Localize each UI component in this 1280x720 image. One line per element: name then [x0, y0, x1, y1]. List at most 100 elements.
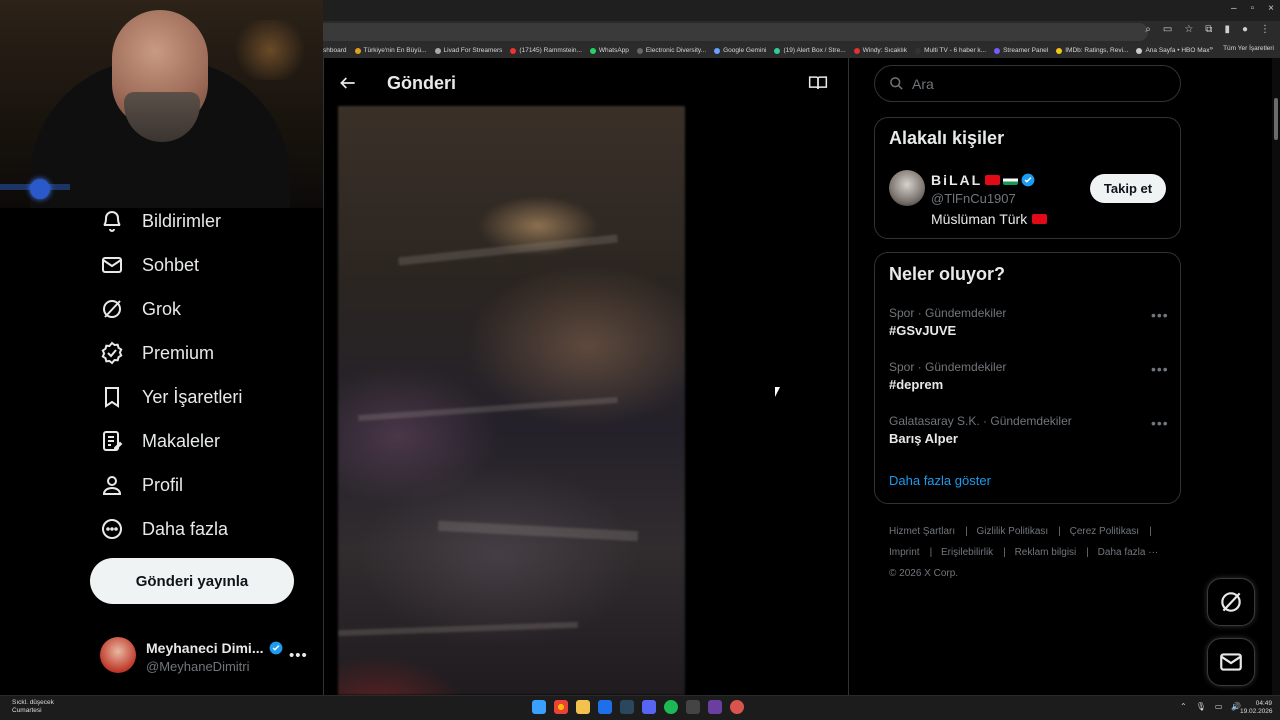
steam-icon[interactable] [620, 700, 634, 714]
network-icon[interactable]: ▭ [1215, 702, 1223, 711]
trend-more-button[interactable]: ••• [1151, 307, 1169, 323]
app-icon[interactable] [598, 700, 612, 714]
bookmarks-overflow-button[interactable]: » [1209, 45, 1213, 52]
browser-tab-strip: – ▫ × [323, 0, 1280, 21]
spotify-icon[interactable] [664, 700, 678, 714]
profile-icon[interactable]: ● [1242, 24, 1248, 35]
avatar[interactable] [889, 170, 925, 206]
scrollbar-thumb[interactable] [1274, 98, 1278, 140]
footer-link[interactable]: Imprint [889, 547, 920, 558]
sidebar-item-bookmarks[interactable]: Yer İşaretleri [100, 385, 242, 409]
related-person-handle[interactable]: @TlFnCu1907 [931, 191, 1016, 206]
file-explorer-icon[interactable] [576, 700, 590, 714]
menu-icon[interactable]: ⋮ [1260, 24, 1270, 35]
trend-item[interactable]: #GSvJUVE [889, 323, 956, 338]
footer-link[interactable]: Erişilebilirlik [941, 547, 993, 558]
related-person-bio: Müslüman Türk [931, 211, 1048, 227]
maximize-button[interactable]: ▫ [1251, 3, 1255, 14]
sidebar-item-premium[interactable]: Premium [100, 341, 214, 365]
mouse-cursor [775, 387, 780, 397]
follow-button[interactable]: Takip et [1090, 174, 1166, 203]
star-icon[interactable]: ☆ [1184, 24, 1193, 35]
weather-widget[interactable]: Sıckl. düşecek Cumartesi [12, 699, 54, 715]
mail-icon [102, 257, 122, 273]
bookmarks-right: » Tüm Yer İşaretleri [1209, 45, 1274, 52]
weather-day: Cumartesi [12, 707, 42, 714]
sidebar-item-more[interactable]: Daha fazla [100, 517, 228, 541]
bookmark-item[interactable]: Livad For Streamers [434, 47, 502, 54]
account-more-button[interactable]: ••• [289, 647, 308, 664]
more-circle-icon [102, 519, 122, 539]
show-more-link[interactable]: Daha fazla göster [889, 473, 991, 488]
bookmark-favicon-icon [1136, 47, 1143, 54]
post-button[interactable]: Gönderi yayınla [90, 558, 294, 604]
extensions-icon[interactable]: ⧉ [1205, 24, 1212, 35]
sidepanel-icon[interactable]: ▮ [1224, 24, 1230, 35]
post-video[interactable] [338, 106, 685, 695]
zoom-icon[interactable]: ⌕ [1145, 24, 1151, 35]
footer-link[interactable]: Gizlilik Politikası [977, 526, 1049, 537]
search-placeholder: Ara [912, 75, 934, 92]
app-icon[interactable] [708, 700, 722, 714]
bookmark-item[interactable]: (19) Alert Box / Stre... [774, 47, 846, 54]
sidebar-item-label: Sohbet [142, 254, 200, 275]
bookmark-item[interactable]: IMDb: Ratings, Revi... [1056, 47, 1128, 54]
sidebar-item-notifications[interactable]: Bildirimler [100, 209, 221, 233]
footer-link[interactable]: Hizmet Şartları [889, 526, 955, 537]
back-arrow-icon[interactable] [338, 73, 358, 93]
all-bookmarks-folder[interactable]: Tüm Yer İşaretleri [1223, 45, 1274, 52]
palestine-flag-icon [1003, 175, 1019, 185]
sidebar-item-label: Daha fazla [142, 518, 229, 539]
sidebar-item-profile[interactable]: Profil [100, 473, 183, 497]
bookmark-item[interactable]: Electronic Diversity... [636, 47, 706, 54]
bookmark-item[interactable]: (17145) Rammstein... [510, 47, 582, 54]
bookmark-item[interactable]: Türkiye'nin En Büyü... [354, 47, 427, 54]
related-person-name[interactable]: BiLAL [931, 172, 1035, 188]
clock[interactable]: 04:49 19.02.2026 [1240, 700, 1273, 716]
obs-icon[interactable] [730, 700, 744, 714]
messages-fab-button[interactable] [1207, 638, 1255, 686]
windows-start-icon[interactable] [532, 700, 546, 714]
person-icon [102, 476, 122, 495]
minimize-button[interactable]: – [1231, 3, 1237, 14]
footer-link[interactable]: Daha fazla ··· [1098, 547, 1159, 558]
bookmark-item[interactable]: WhatsApp [589, 47, 629, 54]
bookmark-item[interactable]: Windy: Sıcaklık [853, 47, 907, 54]
avatar [100, 637, 136, 673]
microphone-icon[interactable]: 🎙 [1196, 702, 1206, 711]
sidebar-item-chat[interactable]: Sohbet [100, 253, 199, 277]
taskbar-apps [532, 700, 744, 714]
chrome-icon[interactable] [554, 700, 568, 714]
address-bar[interactable] [323, 23, 1148, 41]
trend-more-button[interactable]: ••• [1151, 361, 1169, 377]
bookmark-icon [105, 387, 119, 408]
scrollbar-track[interactable] [1272, 58, 1280, 695]
bookmark-favicon-icon [434, 47, 441, 54]
epic-games-icon[interactable] [686, 700, 700, 714]
cast-icon[interactable]: ▭ [1163, 24, 1172, 35]
bookmark-item[interactable]: Ana Sayfa • HBO Max [1136, 47, 1210, 54]
footer-link[interactable]: Reklam bilgisi [1015, 547, 1077, 558]
trend-item[interactable]: #deprem [889, 377, 943, 392]
sidebar-item-grok[interactable]: Grok [100, 297, 181, 321]
reader-mode-icon[interactable] [808, 74, 828, 92]
trend-item[interactable]: Barış Alper [889, 431, 958, 446]
sidebar-item-articles[interactable]: Makaleler [100, 429, 220, 453]
clock-date: 19.02.2026 [1240, 708, 1273, 715]
trends-title: Neler oluyor? [889, 264, 1006, 284]
grok-fab-button[interactable] [1207, 578, 1255, 626]
trend-more-button[interactable]: ••• [1151, 415, 1169, 431]
discord-icon[interactable] [642, 700, 656, 714]
close-window-button[interactable]: × [1268, 3, 1274, 14]
search-input[interactable]: Ara [874, 65, 1181, 102]
verified-badge-icon [269, 641, 283, 655]
related-people-title: Alakalı kişiler [889, 128, 1005, 148]
footer-link[interactable]: Çerez Politikası [1070, 526, 1139, 537]
bookmark-item[interactable]: Google Gemini [714, 47, 766, 54]
chevron-up-icon[interactable]: ⌃ [1180, 702, 1187, 711]
sidebar-item-label: Bildirimler [142, 210, 222, 231]
bookmark-item[interactable]: Streamer Panel [994, 47, 1048, 54]
bookmark-item[interactable]: Multi TV - 6 haber k... [915, 47, 986, 54]
account-name: Meyhaneci Dimi... [146, 640, 283, 656]
bookmark-item[interactable]: shboard [323, 47, 347, 54]
